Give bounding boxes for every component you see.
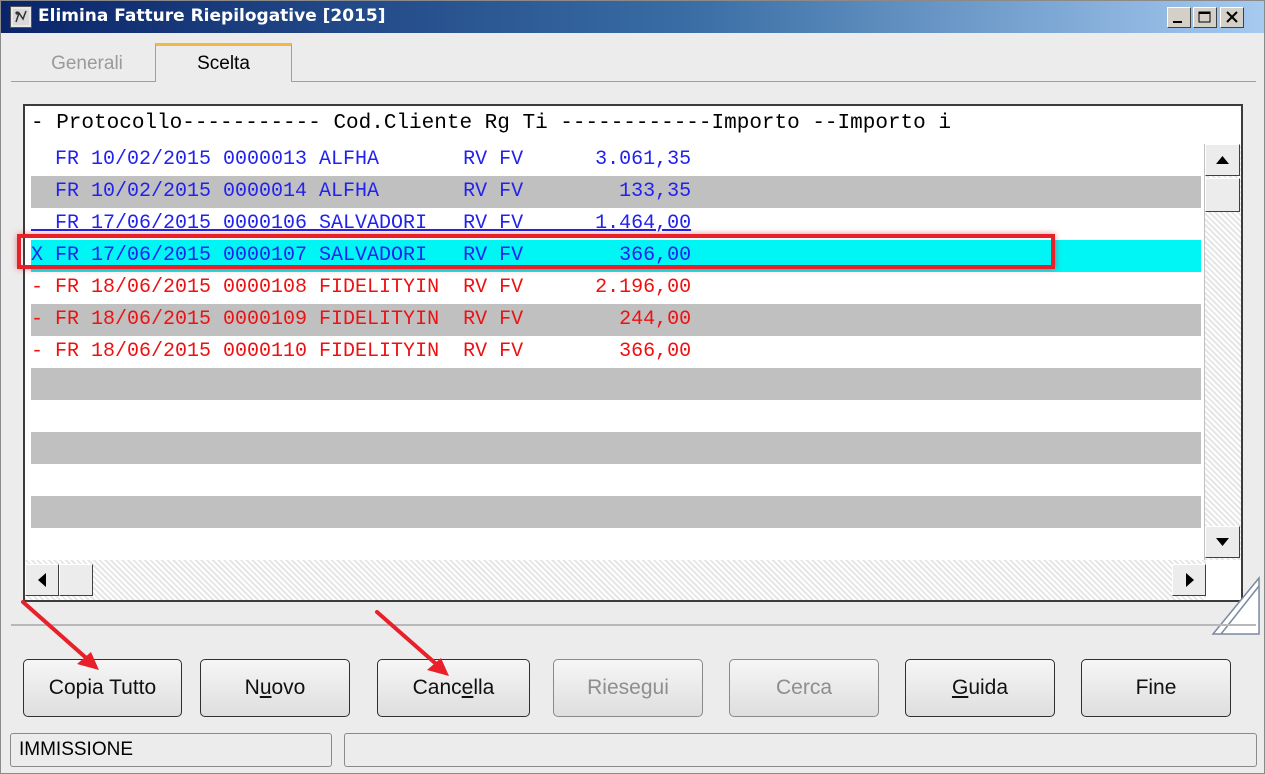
- vertical-scrollbar[interactable]: [1204, 144, 1241, 560]
- nuovo-label-post: ovo: [271, 676, 306, 699]
- empty-row[interactable]: [31, 464, 1201, 496]
- horizontal-scroll-thumb[interactable]: [59, 564, 93, 596]
- table-row[interactable]: FR 10/02/2015 0000014 ALFHA RV FV 133,35: [31, 176, 1201, 208]
- row-text: - FR 18/06/2015 0000109 FIDELITYIN RV FV…: [31, 308, 692, 331]
- minimize-button[interactable]: [1167, 7, 1191, 28]
- cancella-button[interactable]: Canc e lla: [377, 659, 530, 717]
- table-row[interactable]: - FR 18/06/2015 0000109 FIDELITYIN RV FV…: [31, 304, 1201, 336]
- nuovo-button[interactable]: Nu ovo: [200, 659, 350, 717]
- row-text: FR 10/02/2015 0000014 ALFHA RV FV 133,35: [31, 180, 692, 203]
- row-text: - FR 18/06/2015 0000108 FIDELITYIN RV FV…: [31, 276, 692, 299]
- maximize-button[interactable]: [1193, 7, 1217, 28]
- title-bar[interactable]: Elimina Fatture Riepilogative [2015]: [1, 1, 1264, 33]
- tab-bar: Generali Scelta: [1, 33, 1264, 82]
- nuovo-accelerator: u: [259, 676, 272, 699]
- cancella-label-post: lla: [473, 676, 495, 699]
- fine-label: Fine: [1135, 676, 1177, 699]
- scroll-down-button[interactable]: [1205, 526, 1240, 558]
- cerca-button[interactable]: Cerca: [729, 659, 879, 717]
- empty-row[interactable]: [31, 400, 1201, 432]
- list-header: - Protocollo----------- Cod.Cliente Rg T…: [31, 112, 951, 135]
- app-icon[interactable]: [10, 6, 32, 28]
- horizontal-scrollbar[interactable]: [25, 560, 1206, 600]
- guida-button[interactable]: Guida: [905, 659, 1055, 717]
- scroll-up-button[interactable]: [1205, 144, 1240, 176]
- selected-row-highlight: [17, 234, 1055, 269]
- nuovo-label-pre: N: [244, 676, 260, 699]
- vertical-scroll-thumb[interactable]: [1205, 178, 1240, 212]
- table-row[interactable]: - FR 18/06/2015 0000108 FIDELITYIN RV FV…: [31, 272, 1201, 304]
- tab-generali[interactable]: Generali: [31, 47, 143, 81]
- list-rows: FR 10/02/2015 0000013 ALFHA RV FV 3.061,…: [25, 144, 1201, 560]
- copia-tutto-label: Copia Tutto: [48, 676, 157, 699]
- resize-grip-icon[interactable]: [1211, 576, 1261, 636]
- status-message: [344, 733, 1257, 767]
- riesegui-button[interactable]: Riesegui: [553, 659, 703, 717]
- empty-row[interactable]: [31, 368, 1201, 400]
- fine-button[interactable]: Fine: [1081, 659, 1231, 717]
- separator: [11, 624, 1256, 626]
- guida-accelerator: G: [951, 676, 969, 699]
- row-text: - FR 18/06/2015 0000110 FIDELITYIN RV FV…: [31, 340, 692, 363]
- empty-row[interactable]: [31, 528, 1201, 560]
- table-row[interactable]: - FR 18/06/2015 0000110 FIDELITYIN RV FV…: [31, 336, 1201, 368]
- row-text: FR 10/02/2015 0000013 ALFHA RV FV 3.061,…: [31, 148, 692, 171]
- row-text: FR 17/06/2015 0000106 SALVADORI RV FV 1.…: [31, 212, 692, 235]
- table-row[interactable]: FR 10/02/2015 0000013 ALFHA RV FV 3.061,…: [31, 144, 1201, 176]
- riesegui-label: Riesegui: [587, 676, 669, 699]
- cancella-label-pre: Canc: [412, 676, 462, 699]
- window-title: Elimina Fatture Riepilogative [2015]: [38, 6, 386, 26]
- copia-tutto-button[interactable]: Copia Tutto: [23, 659, 182, 717]
- tab-scelta[interactable]: Scelta: [155, 43, 292, 82]
- invoice-list[interactable]: - Protocollo----------- Cod.Cliente Rg T…: [23, 104, 1243, 602]
- guida-label-post: uida: [968, 676, 1009, 699]
- scroll-left-button[interactable]: [25, 564, 59, 596]
- empty-row[interactable]: [31, 432, 1201, 464]
- scroll-right-button[interactable]: [1172, 564, 1206, 596]
- app-window: Elimina Fatture Riepilogative [2015] Gen…: [0, 0, 1265, 774]
- cerca-label: Cerca: [775, 676, 833, 699]
- status-mode: IMMISSIONE: [10, 733, 332, 767]
- empty-row[interactable]: [31, 496, 1201, 528]
- cancella-accelerator: e: [461, 676, 474, 699]
- close-button[interactable]: [1220, 7, 1244, 28]
